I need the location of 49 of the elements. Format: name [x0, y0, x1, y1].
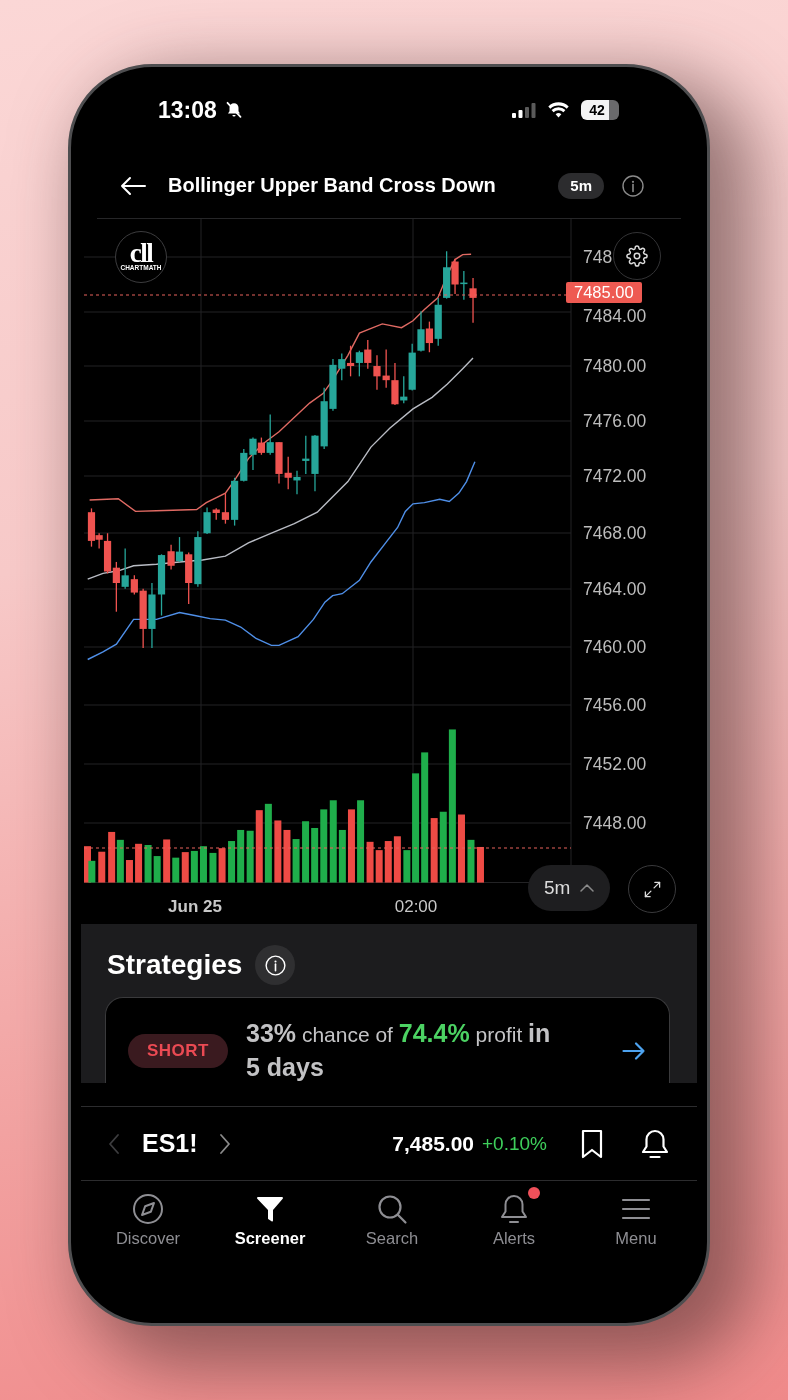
- section-title: Strategies: [107, 949, 243, 981]
- price-axis-label: 7452.00: [583, 754, 647, 774]
- search-icon: [376, 1193, 408, 1225]
- strategy-card[interactable]: SHORT 33% chance of 74.4% profit in 5 days: [105, 997, 670, 1083]
- bookmark-icon[interactable]: [580, 1128, 604, 1159]
- price-axis-label: 7464.00: [583, 579, 647, 599]
- caret-up-icon: [580, 884, 595, 892]
- page-title: Bollinger Upper Band Cross Down: [168, 174, 496, 197]
- wifi-icon: [548, 102, 569, 118]
- settings-button[interactable]: [613, 232, 661, 280]
- info-button[interactable]: [255, 945, 296, 985]
- price-axis-label: 7472.00: [583, 466, 647, 486]
- nav-tab[interactable]: Screener: [209, 1183, 331, 1248]
- time-axis-label: 02:00: [394, 896, 438, 916]
- interval-badge[interactable]: 5m: [558, 172, 604, 199]
- price-axis-label: 7468.00: [583, 523, 647, 543]
- price-axis-label: 7476.00: [583, 411, 647, 431]
- info-icon: [264, 954, 286, 976]
- price-axis-label: 7480.00: [583, 356, 647, 376]
- nav-tab[interactable]: Menu: [575, 1183, 697, 1248]
- interval-button[interactable]: 5m: [528, 865, 611, 911]
- back-arrow-icon[interactable]: [120, 175, 146, 196]
- settings-icon: [626, 245, 648, 267]
- time-axis-label: Jun 25: [168, 896, 222, 916]
- bell-icon: [498, 1193, 530, 1225]
- price-axis-label: 7484.00: [583, 306, 647, 326]
- price-axis-label: 748: [583, 247, 613, 267]
- compass-icon: [132, 1193, 164, 1225]
- nav-tab[interactable]: Search: [331, 1183, 453, 1248]
- expand-icon: [642, 879, 662, 899]
- symbol-name: ES1!: [142, 1129, 198, 1158]
- nav-tab[interactable]: Alerts: [453, 1183, 575, 1248]
- strategy-summary: 33% chance of 74.4% profit in 5 days: [246, 1018, 552, 1083]
- nav-tab[interactable]: Discover: [87, 1183, 209, 1248]
- status-time: 13:08: [158, 97, 217, 123]
- price-axis-label: 7456.00: [583, 695, 647, 715]
- last-price-tag: 7485.00: [566, 282, 642, 303]
- price-axis-label: 7460.00: [583, 637, 647, 657]
- bell-icon[interactable]: [640, 1127, 670, 1160]
- arrow-right-icon[interactable]: [622, 1041, 646, 1061]
- battery-indicator: 42: [581, 100, 619, 120]
- price-change: +0.10%: [482, 1132, 547, 1155]
- logo-mark: cll: [129, 242, 153, 264]
- info-icon[interactable]: [622, 174, 644, 197]
- side-badge: SHORT: [128, 1034, 228, 1068]
- last-price: 7,485.00: [392, 1131, 474, 1156]
- chevron-right-icon[interactable]: [218, 1132, 231, 1155]
- price-axis-label: 7448.00: [583, 813, 647, 833]
- signal-icon: [512, 102, 536, 118]
